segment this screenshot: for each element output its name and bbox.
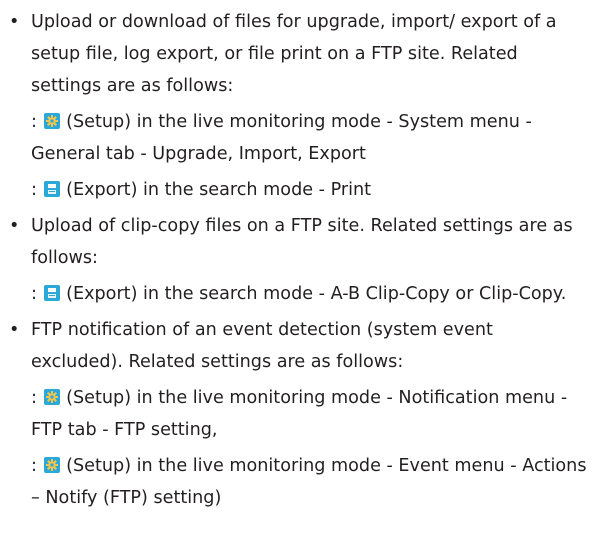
setting-path: : (Export) in the search mode - Print xyxy=(31,174,591,206)
item-text: Upload of clip-copy files on a FTP site.… xyxy=(31,216,573,268)
bullet: • xyxy=(9,320,20,340)
setting-path-text: (Export) in the search mode - A-B Clip-C… xyxy=(60,284,567,304)
setting-path: : (Setup) in the live monitoring mode - … xyxy=(31,382,591,446)
colon-prefix: : xyxy=(31,180,43,200)
bullet: • xyxy=(9,216,20,236)
setup-gear-icon xyxy=(43,457,60,473)
setting-path-text: (Setup) in the live monitoring mode - Sy… xyxy=(31,112,532,164)
colon-prefix: : xyxy=(31,456,43,476)
item-text: Upload or download of files for upgrade,… xyxy=(31,12,557,96)
list-item: • Upload or download of files for upgrad… xyxy=(0,6,587,102)
item-text: FTP notification of an event detection (… xyxy=(31,320,493,372)
export-save-icon xyxy=(43,181,60,197)
setting-path: : (Export) in the search mode - A-B Clip… xyxy=(31,278,591,310)
setting-path-text: (Setup) in the live monitoring mode - No… xyxy=(31,388,568,440)
setting-path-text: (Export) in the search mode - Print xyxy=(60,180,372,200)
bullet: • xyxy=(9,12,20,32)
setup-gear-icon xyxy=(43,113,60,129)
list-item: • FTP notification of an event detection… xyxy=(0,314,587,378)
export-save-icon xyxy=(43,285,60,301)
setting-path: : (Setup) in the live monitoring mode - … xyxy=(31,450,591,514)
setting-path: : (Setup) in the live monitoring mode - … xyxy=(31,106,591,170)
document-body: • Upload or download of files for upgrad… xyxy=(0,0,597,514)
setup-gear-icon xyxy=(43,389,60,405)
colon-prefix: : xyxy=(31,112,43,132)
colon-prefix: : xyxy=(31,388,43,408)
setting-path-text: (Setup) in the live monitoring mode - Ev… xyxy=(31,456,587,508)
colon-prefix: : xyxy=(31,284,43,304)
list-item: • Upload of clip-copy files on a FTP sit… xyxy=(0,210,587,274)
